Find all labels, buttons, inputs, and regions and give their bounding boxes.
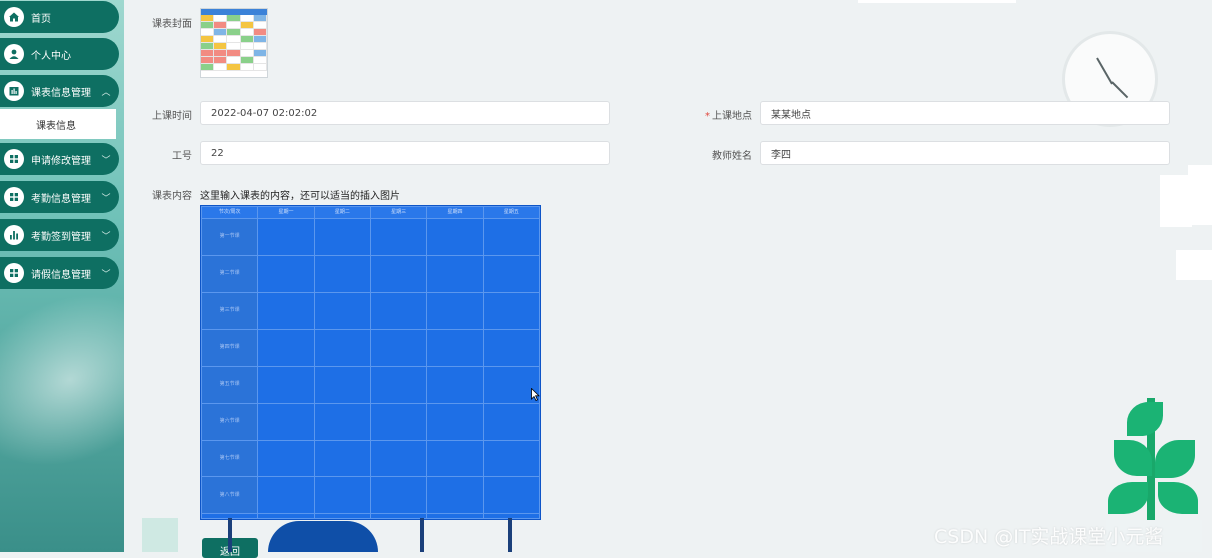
table-header: 星期五: [482, 206, 540, 219]
sidebar-item-home[interactable]: 首页: [0, 1, 119, 33]
grid-icon: [4, 187, 24, 207]
sidebar: 首页 个人中心 课表信息管理 ︿ 课表信息 申请修改管理 ﹀ 考勤信息管理 ﹀ …: [0, 0, 124, 552]
table-row: 第六节课: [201, 402, 540, 441]
table-row: 第三节课: [201, 291, 540, 330]
clock-hand: [1096, 57, 1113, 85]
table-row: [201, 513, 540, 519]
easel-leg: [228, 518, 232, 552]
table-header-row: 节次/周次 星期一 星期二 星期三 星期四 星期五: [201, 206, 540, 219]
easel-leg: [508, 518, 512, 552]
chevron-down-icon: ﹀: [101, 269, 111, 280]
chevron-down-icon: ﹀: [101, 231, 111, 242]
teacher-label: 教师姓名: [712, 151, 752, 162]
table-row: 第八节课: [201, 476, 540, 515]
table-header: 星期四: [426, 206, 484, 219]
easel-leg: [420, 518, 424, 552]
top-decoration-line: [858, 0, 1016, 3]
decoration-card: [142, 518, 178, 552]
leaf: [1158, 482, 1198, 514]
leaf: [1127, 402, 1163, 436]
table-row: 第一节课: [201, 218, 540, 256]
sidebar-item-label: 申请修改管理: [31, 155, 91, 167]
period-cell: 第四节课: [201, 328, 259, 367]
required-mark: *: [705, 111, 710, 122]
user-icon: [4, 44, 24, 64]
sidebar-item-attendance-info-management[interactable]: 考勤信息管理 ﹀: [0, 181, 119, 213]
sidebar-item-label: 课表信息管理: [31, 87, 91, 99]
table-row: 第二节课: [201, 254, 540, 293]
mouse-cursor-icon: [531, 388, 540, 401]
table-header: 星期一: [257, 206, 315, 219]
sidebar-item-schedule-management[interactable]: 课表信息管理 ︿: [0, 75, 119, 107]
sidebar-item-label: 首页: [31, 13, 51, 25]
cover-label: 课表封面: [152, 19, 192, 30]
sidebar-item-label: 考勤签到管理: [31, 231, 91, 243]
place-label-text: 上课地点: [712, 111, 752, 122]
place-label: * 上课地点: [690, 107, 752, 122]
decoration-block: [1188, 165, 1212, 225]
table-row: 第五节课: [201, 365, 540, 404]
sidebar-decoration: [0, 261, 124, 499]
home-icon: [4, 7, 24, 27]
period-cell: 第六节课: [201, 402, 259, 441]
schedule-table-image[interactable]: 节次/周次 星期一 星期二 星期三 星期四 星期五 第一节课 第二节课 第三节课…: [200, 205, 541, 520]
id-label: 工号: [172, 151, 192, 162]
period-cell: 第一节课: [201, 218, 259, 256]
table-row: 第七节课: [201, 439, 540, 478]
leaf: [1108, 482, 1148, 514]
period-cell: 第二节课: [201, 254, 259, 293]
teacher-name-field[interactable]: 李四: [760, 141, 1170, 165]
chair-illustration: [268, 521, 378, 552]
period-cell: 第三节课: [201, 291, 259, 330]
chart-icon: [4, 225, 24, 245]
sidebar-item-label: 请假信息管理: [31, 269, 91, 281]
grid-icon: [4, 149, 24, 169]
sidebar-subitem-schedule-info[interactable]: 课表信息: [0, 109, 116, 139]
chevron-down-icon: ﹀: [101, 155, 111, 166]
content-editor-hint[interactable]: 这里输入课表的内容，还可以适当的插入图片: [200, 187, 400, 202]
schedule-cover-image[interactable]: [200, 8, 268, 78]
chart-icon: [4, 81, 24, 101]
leaf: [1155, 440, 1195, 478]
content-label: 课表内容: [152, 191, 192, 202]
decoration-block: [1176, 250, 1212, 280]
time-label: 上课时间: [152, 111, 192, 122]
table-header: 星期二: [313, 206, 371, 219]
table-row: 第四节课: [201, 328, 540, 367]
watermark-text: CSDN @IT实战课堂小元酱: [934, 526, 1164, 548]
schedule-table: 节次/周次 星期一 星期二 星期三 星期四 星期五 第一节课 第二节课 第三节课…: [201, 206, 540, 519]
chevron-down-icon: ﹀: [101, 193, 111, 204]
class-place-field[interactable]: 某某地点: [760, 101, 1170, 125]
sidebar-item-label: 个人中心: [31, 50, 71, 62]
table-header: 节次/周次: [201, 206, 259, 219]
class-time-field[interactable]: 2022-04-07 02:02:02: [200, 101, 610, 125]
grid-icon: [4, 263, 24, 283]
sidebar-item-leave-info-management[interactable]: 请假信息管理 ﹀: [0, 257, 119, 289]
table-header: 星期三: [369, 206, 428, 219]
sidebar-item-change-request-management[interactable]: 申请修改管理 ﹀: [0, 143, 119, 175]
period-cell: 第八节课: [201, 476, 259, 515]
period-cell: 第五节课: [201, 365, 259, 404]
clock-hand: [1111, 81, 1129, 99]
sidebar-item-attendance-checkin-management[interactable]: 考勤签到管理 ﹀: [0, 219, 119, 251]
employee-id-field[interactable]: 22: [200, 141, 610, 165]
period-cell: 第七节课: [201, 439, 259, 478]
sidebar-item-label: 考勤信息管理: [31, 193, 91, 205]
chevron-up-icon: ︿: [101, 87, 111, 98]
sidebar-item-profile[interactable]: 个人中心: [0, 38, 119, 70]
